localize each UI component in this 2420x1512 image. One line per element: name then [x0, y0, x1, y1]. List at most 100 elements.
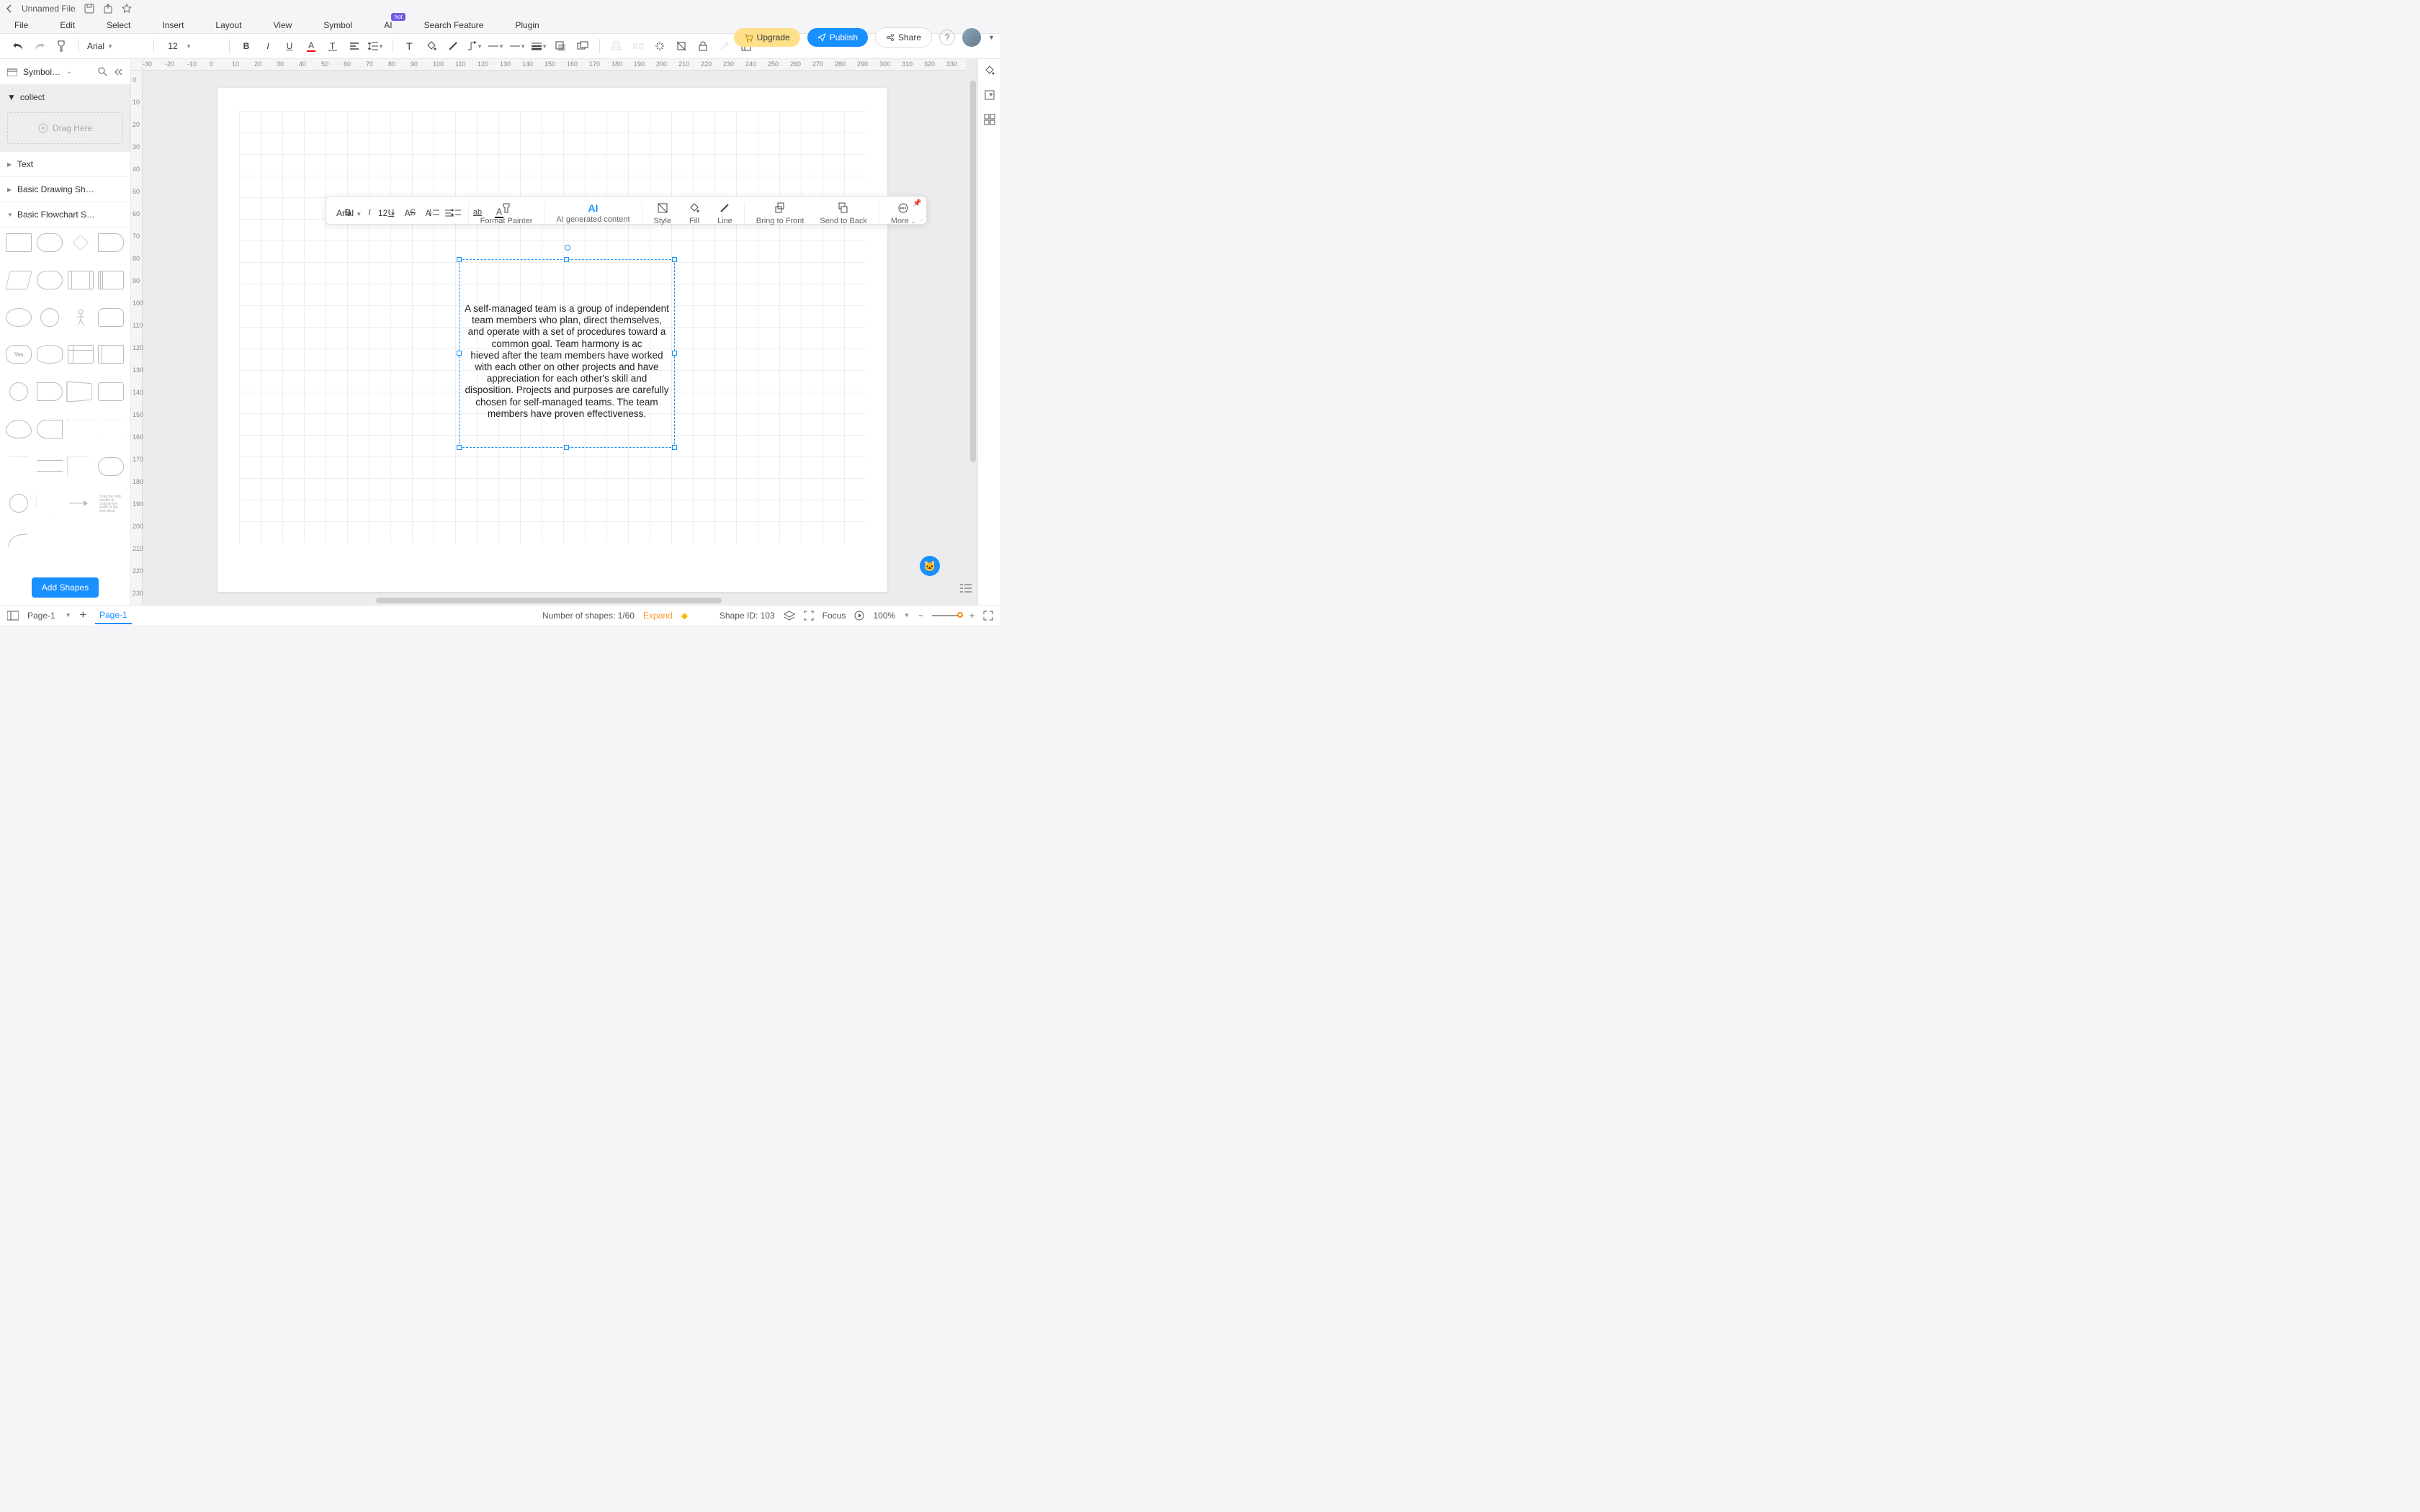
ctx-text-case-icon[interactable]: ab [470, 205, 485, 220]
fullscreen-icon[interactable] [983, 611, 993, 621]
ctx-strike-icon[interactable]: S [405, 205, 420, 220]
publish-button[interactable]: Publish [807, 28, 868, 47]
shape-arrow[interactable] [68, 457, 94, 476]
save-icon[interactable] [84, 4, 94, 14]
shadow-icon[interactable] [553, 38, 569, 54]
text-style-icon[interactable]: T [325, 38, 341, 54]
shape-internal-storage[interactable] [68, 345, 94, 364]
expand-link[interactable]: Expand [643, 611, 673, 621]
add-shapes-button[interactable]: Add Shapes [32, 577, 99, 598]
resize-handle-t[interactable] [564, 257, 569, 262]
line-spacing-icon[interactable]: ▼ [368, 38, 384, 54]
collapse-sidebar-icon[interactable] [113, 68, 123, 76]
text-tool-icon[interactable]: T [402, 38, 418, 54]
back-icon[interactable] [6, 4, 13, 13]
format-painter-icon[interactable] [53, 38, 69, 54]
library-icon[interactable] [7, 68, 17, 76]
collect-toggle[interactable]: ▼ collect [7, 92, 123, 108]
resize-handle-bl[interactable] [457, 445, 462, 450]
zoom-slider-thumb[interactable] [957, 612, 963, 618]
menu-ai[interactable]: AIhot [384, 20, 392, 30]
font-color-icon[interactable]: A [303, 38, 319, 54]
shape-annotation[interactable]: Drag the side handle to change the width… [98, 494, 124, 513]
menu-symbol[interactable]: Symbol [323, 20, 352, 30]
chat-fab[interactable]: 🐱 [920, 556, 940, 576]
underline-icon[interactable]: U [282, 38, 297, 54]
shape-control-transfer[interactable] [68, 494, 94, 513]
distribute-icon[interactable] [630, 38, 646, 54]
ctx-font-color-icon[interactable]: A [492, 205, 506, 220]
resize-handle-r[interactable] [672, 351, 677, 356]
align-icon[interactable] [346, 38, 362, 54]
connector-icon[interactable]: ▼ [467, 38, 483, 54]
avatar-caret-icon[interactable]: ▼ [988, 34, 995, 41]
shape-rounded[interactable] [37, 233, 63, 252]
shape-decision[interactable] [73, 235, 89, 251]
menu-edit[interactable]: Edit [60, 20, 75, 30]
shape-alt-process[interactable] [98, 382, 124, 401]
zoom-value[interactable]: 100% [873, 611, 895, 621]
grid-panel-icon[interactable] [984, 114, 995, 125]
shape-delay[interactable] [37, 382, 63, 401]
section-basic-drawing[interactable]: ▶ Basic Drawing Sh… [0, 177, 130, 202]
chevron-down-icon[interactable]: ▼ [904, 612, 910, 618]
library-label[interactable]: Symbol… [23, 67, 60, 77]
shape-summing[interactable] [9, 494, 28, 513]
add-page-icon[interactable]: + [80, 609, 86, 622]
shape-card[interactable] [98, 345, 124, 364]
shape-connector[interactable] [40, 308, 59, 327]
ctx-bold-icon[interactable]: B [341, 205, 355, 220]
zoom-in-icon[interactable]: + [969, 611, 974, 621]
focus-label[interactable]: Focus [823, 611, 846, 621]
shape-display[interactable] [98, 233, 124, 252]
drag-here-zone[interactable]: Drag Here [7, 112, 123, 144]
menu-select[interactable]: Select [107, 20, 130, 30]
shape-arc[interactable] [6, 531, 32, 550]
font-family-select[interactable]: Arial▼ [87, 41, 145, 51]
ctx-underline-icon[interactable]: U [384, 205, 398, 220]
resize-handle-br[interactable] [672, 445, 677, 450]
align-objects-icon[interactable] [609, 38, 624, 54]
resize-grip-icon[interactable]: ⌟ [920, 215, 923, 222]
shape-ellipse[interactable] [6, 308, 32, 327]
library-dropdown-icon[interactable]: ⌄ [66, 68, 72, 76]
rotate-handle[interactable] [565, 245, 570, 251]
shape-process[interactable] [6, 233, 32, 252]
shape-predefined[interactable] [68, 271, 94, 289]
page-tab[interactable]: Page-1 [95, 607, 132, 624]
menu-plugin[interactable]: Plugin [515, 20, 539, 30]
shape-stored-data[interactable] [37, 420, 63, 438]
undo-icon[interactable] [10, 38, 26, 54]
arrow-style-icon[interactable]: ▼ [510, 38, 526, 54]
bold-icon[interactable]: B [238, 38, 254, 54]
shape-data[interactable] [5, 271, 32, 289]
redo-icon[interactable] [32, 38, 48, 54]
section-basic-flowchart[interactable]: ▼ Basic Flowchart S… [0, 202, 130, 228]
italic-icon[interactable]: I [260, 38, 276, 54]
shape-document[interactable] [6, 420, 32, 438]
lock-icon[interactable] [695, 38, 711, 54]
line-style-icon[interactable]: ▼ [488, 38, 504, 54]
crop-icon[interactable] [673, 38, 689, 54]
ctx-bullet-list-icon[interactable] [449, 205, 463, 220]
vertical-scrollbar[interactable] [970, 81, 976, 462]
text-content[interactable]: A self-managed team is a group of indepe… [464, 303, 670, 420]
shape-offpage[interactable] [37, 494, 63, 513]
menu-view[interactable]: View [273, 20, 292, 30]
focus-icon[interactable] [804, 611, 814, 621]
canvas-area[interactable]: -30-20-100102030405060708090100110120130… [131, 59, 977, 605]
line-tool-icon[interactable] [445, 38, 461, 54]
resize-handle-tl[interactable] [457, 257, 462, 262]
page-panel-icon[interactable] [7, 611, 19, 621]
avatar[interactable] [962, 28, 981, 47]
page-select[interactable]: Page-1 ▼ [27, 611, 71, 621]
shape-pill[interactable] [98, 457, 124, 476]
share-button[interactable]: Share [875, 27, 932, 48]
shape-preparation[interactable] [6, 457, 32, 476]
layers-status-icon[interactable] [784, 611, 795, 621]
file-name[interactable]: Unnamed File [22, 4, 76, 14]
present-icon[interactable] [854, 611, 864, 621]
star-icon[interactable] [122, 4, 132, 14]
resize-handle-tr[interactable] [672, 257, 677, 262]
export-icon[interactable] [103, 4, 113, 14]
